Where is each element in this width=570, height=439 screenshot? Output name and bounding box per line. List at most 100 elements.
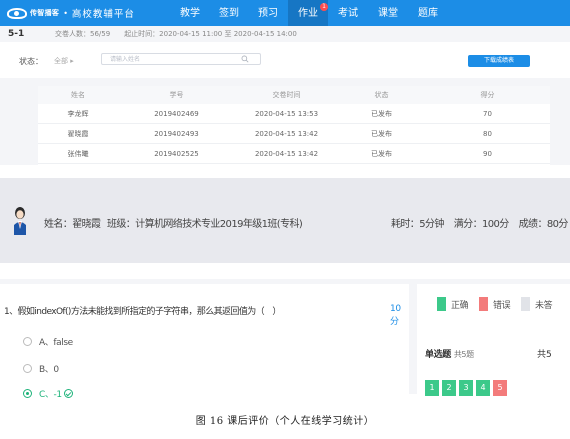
radio-checked-icon (23, 389, 32, 398)
legend-label: 未答 (535, 300, 553, 311)
brand-name: 传智播客 (30, 9, 60, 17)
question-text: 1、假如indexOf()方法未能找到所指定的子字符串，那么其返回值为（ ） (4, 307, 281, 317)
grades-table: 姓名 学号 交卷时间 状态 得分 李龙辉 2019402469 2020-04-… (38, 86, 550, 165)
question-points: 10分 (390, 304, 401, 327)
cell-score: 70 (483, 109, 492, 118)
col-header-score[interactable]: 得分 (425, 90, 550, 100)
question-number-grid: 1 2 3 4 5 (425, 380, 510, 396)
time-used: 耗时：5分钟 (391, 219, 444, 230)
full-score: 满分：100分 (453, 219, 509, 230)
submit-count: 交卷人数：56/59 (55, 30, 111, 38)
radio-icon (23, 364, 32, 373)
table-header: 姓名 学号 交卷时间 状态 得分 (38, 86, 550, 104)
nav-item-classroom[interactable]: 课堂 (368, 0, 408, 26)
chevron-down-icon: ▸ (70, 57, 74, 65)
question-panel: 1、假如indexOf()方法未能找到所指定的子字符串，那么其返回值为（ ） 1… (0, 284, 409, 400)
assignment-id: 5-1 (8, 29, 25, 39)
cell-student-id: 2019402525 (154, 149, 199, 158)
student-name: 姓名：翟晓霞 (44, 219, 101, 230)
student-summary-header: 姓名：翟晓霞 班级：计算机网络技术专业2019年级1班(专科) 耗时：5分钟 满分… (0, 178, 570, 263)
cell-score: 80 (483, 129, 492, 138)
table-row[interactable]: 李龙辉 2019402469 2020-04-15 13:53 已发布 70 (38, 104, 550, 124)
table-left-gutter (0, 86, 38, 165)
cell-name: 李龙辉 (67, 109, 89, 118)
student-class: 班级：计算机网络技术专业2019年级1班(专科) (107, 219, 303, 230)
nav-item-teaching[interactable]: 教学 (170, 0, 210, 26)
option-label: C、-1 (39, 390, 62, 400)
option-b[interactable]: B、0 (23, 362, 59, 375)
legend-swatch-unanswered (521, 297, 530, 311)
legend-swatch-correct (437, 297, 446, 311)
cell-student-id: 2019402469 (154, 109, 199, 118)
nav-item-homework[interactable]: 作业 1 (288, 0, 328, 26)
assignment-info-bar: 5-1 交卷人数：56/59 起止时间：2020-04-15 11:00 至 2… (0, 26, 570, 42)
cell-name: 张伟曦 (67, 149, 89, 158)
question-number-button[interactable]: 3 (459, 380, 473, 396)
logo-icon (7, 7, 27, 19)
section-count: 共5题 (453, 350, 474, 359)
cell-student-id: 2019402493 (154, 129, 199, 138)
cell-status: 已发布 (371, 129, 392, 138)
option-c[interactable]: C、-1 (23, 387, 73, 400)
divider (0, 78, 570, 86)
col-header-submit-time: 交卷时间 (272, 91, 301, 99)
table-row[interactable]: 张伟曦 2019402525 2020-04-15 13:42 已发布 90 (38, 144, 550, 164)
cell-submit-time: 2020-04-15 13:42 (254, 129, 319, 138)
cell-status: 已发布 (371, 109, 392, 118)
section-gap (0, 263, 570, 279)
radio-icon (23, 337, 32, 346)
final-score: 成绩：80分 (518, 219, 569, 230)
table-right-gutter (550, 86, 570, 165)
col-header-status: 状态 (374, 91, 389, 99)
nav-item-homework-label: 作业 (298, 8, 318, 19)
time-range: 起止时间：2020-04-15 11:00 至 2020-04-15 14:00 (124, 30, 297, 38)
cell-submit-time: 2020-04-15 13:53 (254, 109, 319, 118)
cell-submit-time: 2020-04-15 13:42 (254, 149, 319, 158)
status-filter-select[interactable]: 全部 ▸ (54, 56, 74, 66)
answer-card-panel: 正确 错误 未答 单选题 共5题 共5 1 2 3 4 5 (417, 284, 570, 396)
legend-correct: 正确 (437, 297, 469, 311)
nav-menu: 教学 签到 预习 作业 1 考试 课堂 题库 (170, 0, 448, 26)
notification-badge: 1 (320, 3, 328, 11)
col-header-name: 姓名 (71, 91, 85, 99)
brand-separator: • (63, 8, 68, 18)
nav-item-question-bank[interactable]: 题库 (408, 0, 448, 26)
legend-unanswered: 未答 (521, 297, 553, 311)
section-gap (0, 165, 570, 178)
student-stats: 耗时：5分钟 满分：100分 成绩：80分 (391, 215, 570, 230)
cell-score: 90 (483, 149, 492, 158)
figure-caption: 图 16 课后评价（个人在线学习统计） (195, 416, 375, 427)
panel-divider (409, 284, 417, 394)
status-filter-value: 全部 (54, 57, 68, 65)
question-number-button[interactable]: 5 (493, 380, 507, 396)
top-nav-bar: 传智播客 • 高校教辅平台 教学 签到 预习 作业 1 考试 课堂 题库 (0, 0, 570, 26)
nav-item-signin[interactable]: 签到 (210, 0, 248, 26)
logo[interactable]: 传智播客 • 高校教辅平台 (7, 6, 135, 20)
nav-item-preview[interactable]: 预习 (248, 0, 288, 26)
search-input[interactable] (102, 54, 232, 64)
legend-label: 正确 (451, 300, 469, 311)
legend-swatch-wrong (479, 297, 488, 311)
option-label: A、false (39, 338, 73, 348)
platform-name: 高校教辅平台 (71, 9, 135, 20)
search-icon[interactable] (241, 55, 249, 63)
table-row[interactable]: 翟晓霞 2019402493 2020-04-15 13:42 已发布 80 (38, 124, 550, 144)
option-a[interactable]: A、false (23, 335, 73, 348)
question-number-button[interactable]: 2 (442, 380, 456, 396)
avatar (14, 207, 26, 235)
nav-item-exam[interactable]: 考试 (328, 0, 368, 26)
legend-label: 错误 (493, 300, 511, 311)
legend-wrong: 错误 (479, 297, 511, 311)
download-grades-button[interactable]: 下载成绩表 (468, 55, 530, 67)
question-number-button[interactable]: 1 (425, 380, 439, 396)
option-label: B、0 (39, 365, 59, 375)
col-header-student-id: 学号 (169, 91, 184, 99)
filter-bar: 状态： 全部 ▸ 下载成绩表 (0, 42, 570, 78)
section-title: 单选题 共5题 (425, 347, 474, 360)
cell-name: 翟晓霞 (67, 129, 89, 138)
section-name: 单选题 (425, 350, 451, 360)
question-number-button[interactable]: 4 (476, 380, 490, 396)
cell-status: 已发布 (371, 149, 392, 158)
search-box (101, 53, 261, 65)
status-filter-label: 状态： (19, 57, 43, 66)
